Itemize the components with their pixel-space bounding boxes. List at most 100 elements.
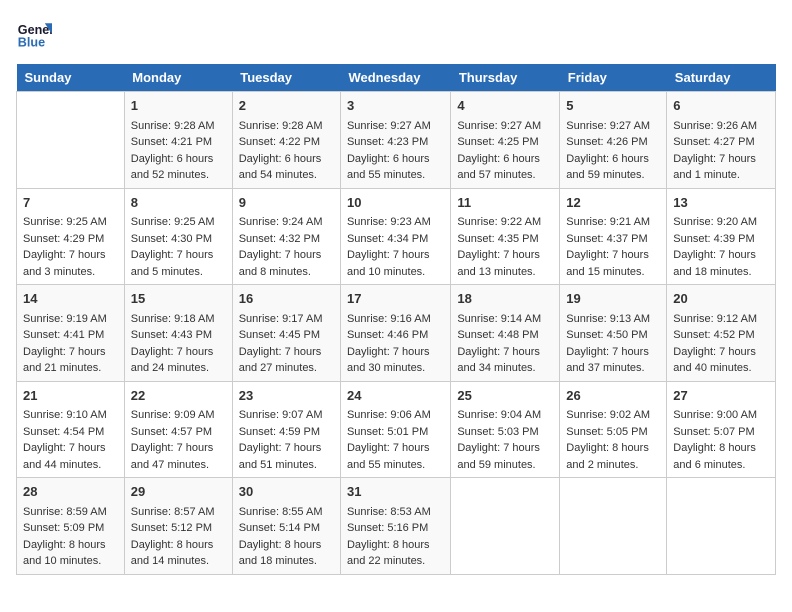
sunset-text: Sunset: 5:09 PM bbox=[23, 522, 104, 534]
sunrise-text: Sunrise: 8:57 AM bbox=[131, 506, 215, 518]
sunset-text: Sunset: 4:54 PM bbox=[23, 426, 104, 438]
sunset-text: Sunset: 4:30 PM bbox=[131, 233, 212, 245]
day-number: 14 bbox=[23, 289, 118, 309]
sunset-text: Sunset: 4:43 PM bbox=[131, 329, 212, 341]
cell-w2-d3: 17 Sunrise: 9:16 AM Sunset: 4:46 PM Dayl… bbox=[340, 285, 450, 382]
cell-w1-d0: 7 Sunrise: 9:25 AM Sunset: 4:29 PM Dayli… bbox=[17, 188, 125, 285]
sunrise-text: Sunrise: 8:55 AM bbox=[239, 506, 323, 518]
cell-w3-d4: 25 Sunrise: 9:04 AM Sunset: 5:03 PM Dayl… bbox=[451, 381, 560, 478]
day-number: 24 bbox=[347, 386, 444, 406]
daylight-text: Daylight: 7 hours and 34 minutes. bbox=[457, 346, 540, 375]
cell-w1-d2: 9 Sunrise: 9:24 AM Sunset: 4:32 PM Dayli… bbox=[232, 188, 340, 285]
col-header-wednesday: Wednesday bbox=[340, 64, 450, 92]
daylight-text: Daylight: 7 hours and 27 minutes. bbox=[239, 346, 322, 375]
sunrise-text: Sunrise: 9:09 AM bbox=[131, 409, 215, 421]
daylight-text: Daylight: 7 hours and 1 minute. bbox=[673, 153, 756, 182]
day-number: 11 bbox=[457, 193, 553, 213]
sunset-text: Sunset: 5:03 PM bbox=[457, 426, 538, 438]
svg-text:Blue: Blue bbox=[18, 36, 45, 50]
day-number: 12 bbox=[566, 193, 660, 213]
cell-w2-d5: 19 Sunrise: 9:13 AM Sunset: 4:50 PM Dayl… bbox=[560, 285, 667, 382]
week-row-4: 21 Sunrise: 9:10 AM Sunset: 4:54 PM Dayl… bbox=[17, 381, 776, 478]
cell-w0-d6: 6 Sunrise: 9:26 AM Sunset: 4:27 PM Dayli… bbox=[667, 92, 776, 189]
day-number: 2 bbox=[239, 96, 334, 116]
daylight-text: Daylight: 7 hours and 47 minutes. bbox=[131, 442, 214, 471]
col-header-monday: Monday bbox=[124, 64, 232, 92]
sunrise-text: Sunrise: 9:00 AM bbox=[673, 409, 757, 421]
sunrise-text: Sunrise: 9:20 AM bbox=[673, 216, 757, 228]
daylight-text: Daylight: 8 hours and 6 minutes. bbox=[673, 442, 756, 471]
sunrise-text: Sunrise: 9:10 AM bbox=[23, 409, 107, 421]
calendar-table: SundayMondayTuesdayWednesdayThursdayFrid… bbox=[16, 64, 776, 575]
cell-w3-d1: 22 Sunrise: 9:09 AM Sunset: 4:57 PM Dayl… bbox=[124, 381, 232, 478]
sunrise-text: Sunrise: 8:59 AM bbox=[23, 506, 107, 518]
sunset-text: Sunset: 4:25 PM bbox=[457, 136, 538, 148]
daylight-text: Daylight: 7 hours and 5 minutes. bbox=[131, 249, 214, 278]
day-number: 5 bbox=[566, 96, 660, 116]
sunrise-text: Sunrise: 9:27 AM bbox=[347, 120, 431, 132]
daylight-text: Daylight: 7 hours and 21 minutes. bbox=[23, 346, 106, 375]
day-number: 28 bbox=[23, 482, 118, 502]
day-number: 4 bbox=[457, 96, 553, 116]
sunrise-text: Sunrise: 9:06 AM bbox=[347, 409, 431, 421]
cell-w3-d3: 24 Sunrise: 9:06 AM Sunset: 5:01 PM Dayl… bbox=[340, 381, 450, 478]
sunrise-text: Sunrise: 9:28 AM bbox=[239, 120, 323, 132]
day-number: 19 bbox=[566, 289, 660, 309]
cell-w0-d5: 5 Sunrise: 9:27 AM Sunset: 4:26 PM Dayli… bbox=[560, 92, 667, 189]
daylight-text: Daylight: 6 hours and 52 minutes. bbox=[131, 153, 214, 182]
cell-w0-d2: 2 Sunrise: 9:28 AM Sunset: 4:22 PM Dayli… bbox=[232, 92, 340, 189]
sunset-text: Sunset: 4:37 PM bbox=[566, 233, 647, 245]
day-number: 9 bbox=[239, 193, 334, 213]
day-number: 7 bbox=[23, 193, 118, 213]
sunset-text: Sunset: 5:05 PM bbox=[566, 426, 647, 438]
sunset-text: Sunset: 4:21 PM bbox=[131, 136, 212, 148]
sunset-text: Sunset: 4:52 PM bbox=[673, 329, 754, 341]
day-number: 31 bbox=[347, 482, 444, 502]
daylight-text: Daylight: 8 hours and 14 minutes. bbox=[131, 539, 214, 568]
cell-w3-d2: 23 Sunrise: 9:07 AM Sunset: 4:59 PM Dayl… bbox=[232, 381, 340, 478]
sunrise-text: Sunrise: 9:18 AM bbox=[131, 313, 215, 325]
sunrise-text: Sunrise: 9:07 AM bbox=[239, 409, 323, 421]
sunrise-text: Sunrise: 9:16 AM bbox=[347, 313, 431, 325]
cell-w2-d0: 14 Sunrise: 9:19 AM Sunset: 4:41 PM Dayl… bbox=[17, 285, 125, 382]
day-number: 25 bbox=[457, 386, 553, 406]
daylight-text: Daylight: 8 hours and 18 minutes. bbox=[239, 539, 322, 568]
daylight-text: Daylight: 8 hours and 2 minutes. bbox=[566, 442, 649, 471]
sunset-text: Sunset: 4:46 PM bbox=[347, 329, 428, 341]
daylight-text: Daylight: 7 hours and 44 minutes. bbox=[23, 442, 106, 471]
daylight-text: Daylight: 6 hours and 55 minutes. bbox=[347, 153, 430, 182]
col-header-thursday: Thursday bbox=[451, 64, 560, 92]
daylight-text: Daylight: 7 hours and 10 minutes. bbox=[347, 249, 430, 278]
sunset-text: Sunset: 5:01 PM bbox=[347, 426, 428, 438]
sunrise-text: Sunrise: 9:25 AM bbox=[131, 216, 215, 228]
col-header-friday: Friday bbox=[560, 64, 667, 92]
sunset-text: Sunset: 5:12 PM bbox=[131, 522, 212, 534]
daylight-text: Daylight: 7 hours and 59 minutes. bbox=[457, 442, 540, 471]
sunrise-text: Sunrise: 8:53 AM bbox=[347, 506, 431, 518]
sunrise-text: Sunrise: 9:28 AM bbox=[131, 120, 215, 132]
daylight-text: Daylight: 7 hours and 8 minutes. bbox=[239, 249, 322, 278]
sunset-text: Sunset: 4:34 PM bbox=[347, 233, 428, 245]
day-number: 13 bbox=[673, 193, 769, 213]
day-number: 21 bbox=[23, 386, 118, 406]
cell-w0-d3: 3 Sunrise: 9:27 AM Sunset: 4:23 PM Dayli… bbox=[340, 92, 450, 189]
sunrise-text: Sunrise: 9:21 AM bbox=[566, 216, 650, 228]
cell-w4-d6 bbox=[667, 478, 776, 575]
cell-w3-d0: 21 Sunrise: 9:10 AM Sunset: 4:54 PM Dayl… bbox=[17, 381, 125, 478]
sunrise-text: Sunrise: 9:14 AM bbox=[457, 313, 541, 325]
daylight-text: Daylight: 7 hours and 55 minutes. bbox=[347, 442, 430, 471]
daylight-text: Daylight: 6 hours and 59 minutes. bbox=[566, 153, 649, 182]
sunrise-text: Sunrise: 9:12 AM bbox=[673, 313, 757, 325]
day-number: 16 bbox=[239, 289, 334, 309]
daylight-text: Daylight: 6 hours and 57 minutes. bbox=[457, 153, 540, 182]
sunset-text: Sunset: 4:50 PM bbox=[566, 329, 647, 341]
cell-w1-d3: 10 Sunrise: 9:23 AM Sunset: 4:34 PM Dayl… bbox=[340, 188, 450, 285]
day-number: 1 bbox=[131, 96, 226, 116]
logo-icon: General Blue bbox=[16, 16, 52, 52]
sunrise-text: Sunrise: 9:04 AM bbox=[457, 409, 541, 421]
header-row: SundayMondayTuesdayWednesdayThursdayFrid… bbox=[17, 64, 776, 92]
cell-w2-d6: 20 Sunrise: 9:12 AM Sunset: 4:52 PM Dayl… bbox=[667, 285, 776, 382]
sunrise-text: Sunrise: 9:23 AM bbox=[347, 216, 431, 228]
daylight-text: Daylight: 7 hours and 15 minutes. bbox=[566, 249, 649, 278]
daylight-text: Daylight: 7 hours and 30 minutes. bbox=[347, 346, 430, 375]
